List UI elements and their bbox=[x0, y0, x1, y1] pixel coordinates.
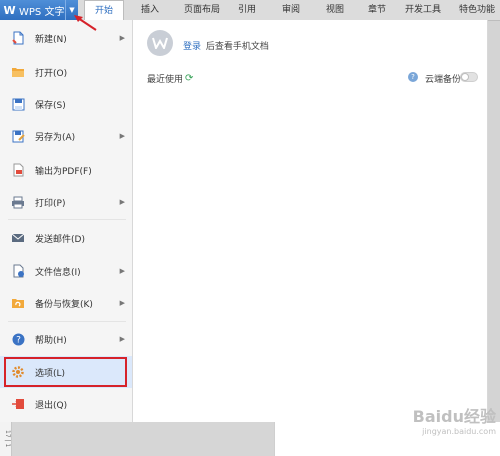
menu-item-backup-restore[interactable]: 备份与恢复(K) ▶ bbox=[0, 287, 132, 319]
menu-item-send-mail[interactable]: 发送邮件(D) bbox=[0, 222, 132, 254]
save-icon bbox=[11, 97, 25, 111]
menu-divider bbox=[8, 219, 126, 220]
toggle-knob bbox=[461, 73, 469, 81]
recent-label: 最近使用 bbox=[147, 75, 184, 85]
login-description: 后查看手机文档 bbox=[205, 42, 269, 52]
submenu-arrow-icon: ▶ bbox=[119, 335, 125, 343]
submenu-arrow-icon: ▶ bbox=[119, 132, 125, 140]
save-as-icon bbox=[11, 129, 25, 143]
backup-icon bbox=[11, 296, 25, 310]
menu-item-label: 打开(O) bbox=[35, 68, 68, 79]
menu-item-new[interactable]: 新建(N) ▶ bbox=[0, 22, 132, 54]
menu-item-export-pdf[interactable]: 输出为PDF(F) bbox=[0, 154, 132, 186]
menu-item-label: 备份与恢复(K) bbox=[35, 299, 93, 310]
submenu-arrow-icon: ▶ bbox=[119, 299, 125, 307]
menu-item-label: 新建(N) bbox=[35, 34, 67, 45]
submenu-arrow-icon: ▶ bbox=[119, 198, 125, 206]
menu-item-options[interactable]: 选项(L) bbox=[0, 356, 132, 388]
recent-files-header: 最近使用 ⟳ bbox=[147, 72, 193, 85]
menu-item-save[interactable]: 保存(S) bbox=[0, 88, 132, 120]
submenu-arrow-icon: ▶ bbox=[119, 34, 125, 42]
new-doc-icon bbox=[11, 31, 25, 45]
menu-item-exit[interactable]: 退出(Q) bbox=[0, 388, 132, 420]
exit-icon bbox=[11, 397, 25, 411]
menu-item-label: 打印(P) bbox=[35, 198, 66, 209]
app-menu-dropdown-icon[interactable]: ▼ bbox=[65, 0, 78, 20]
tab-special-features[interactable]: 特色功能 bbox=[454, 0, 500, 20]
ribbon-tab-bar: W WPS 文字 ▼ 开始 插入 页面布局 引用 审阅 视图 章节 开发工具 特… bbox=[0, 0, 500, 21]
tab-view[interactable]: 视图 bbox=[320, 0, 350, 20]
menu-item-label: 保存(S) bbox=[35, 100, 66, 111]
login-prompt: 登录 后查看手机文档 bbox=[183, 39, 269, 52]
menu-item-print[interactable]: 打印(P) ▶ bbox=[0, 186, 132, 218]
gear-icon bbox=[11, 365, 25, 379]
cloud-backup-toggle[interactable] bbox=[460, 72, 478, 82]
app-name: WPS 文字 bbox=[19, 6, 65, 18]
menu-item-file-info[interactable]: 文件信息(I) ▶ bbox=[0, 255, 132, 287]
menu-item-label: 帮助(H) bbox=[35, 335, 67, 346]
tab-chapter[interactable]: 章节 bbox=[362, 0, 392, 20]
tab-home[interactable]: 开始 bbox=[84, 0, 124, 21]
submenu-arrow-icon: ▶ bbox=[119, 267, 125, 275]
menu-item-open[interactable]: 打开(O) bbox=[0, 56, 132, 88]
menu-divider bbox=[8, 321, 126, 322]
file-info-icon bbox=[11, 264, 25, 278]
app-menu-button[interactable]: W WPS 文字 ▼ bbox=[0, 0, 78, 20]
mail-icon bbox=[11, 231, 25, 245]
tab-developer-tools[interactable]: 开发工具 bbox=[400, 0, 446, 20]
menu-item-label: 发送邮件(D) bbox=[35, 234, 85, 245]
vertical-ruler: 17 | 1 bbox=[0, 422, 12, 456]
tab-insert[interactable]: 插入 bbox=[134, 0, 166, 20]
menu-item-save-as[interactable]: 另存为(A) ▶ bbox=[0, 120, 132, 152]
login-link[interactable]: 登录 bbox=[183, 42, 201, 52]
document-page[interactable] bbox=[274, 422, 500, 456]
help-icon: ? bbox=[11, 332, 25, 346]
menu-item-label: 输出为PDF(F) bbox=[35, 166, 92, 177]
menu-item-label: 退出(Q) bbox=[35, 400, 68, 411]
printer-icon bbox=[11, 195, 25, 209]
file-menu: 新建(N) ▶ 打开(O) 保存(S) 另存为(A) ▶ 输出为PDF(F) 打… bbox=[0, 20, 133, 422]
avatar[interactable] bbox=[147, 30, 173, 56]
svg-text:?: ? bbox=[16, 335, 21, 345]
tab-page-layout[interactable]: 页面布局 bbox=[178, 0, 226, 20]
refresh-icon[interactable]: ⟳ bbox=[185, 73, 193, 84]
menu-item-label: 文件信息(I) bbox=[35, 267, 81, 278]
wps-logo-icon: W bbox=[3, 3, 16, 17]
pdf-icon bbox=[11, 163, 25, 177]
file-menu-panel: 登录 后查看手机文档 最近使用 ⟳ ? 云端备份 bbox=[133, 20, 488, 422]
cloud-help-icon[interactable]: ? bbox=[408, 72, 418, 82]
wps-w-icon bbox=[152, 37, 168, 49]
tab-references[interactable]: 引用 bbox=[232, 0, 262, 20]
tab-review[interactable]: 审阅 bbox=[276, 0, 306, 20]
folder-icon bbox=[11, 65, 25, 79]
cloud-backup-label: 云端备份 bbox=[425, 75, 462, 85]
menu-item-help[interactable]: ? 帮助(H) ▶ bbox=[0, 323, 132, 355]
menu-item-label: 另存为(A) bbox=[35, 132, 76, 143]
menu-item-label: 选项(L) bbox=[35, 368, 66, 379]
